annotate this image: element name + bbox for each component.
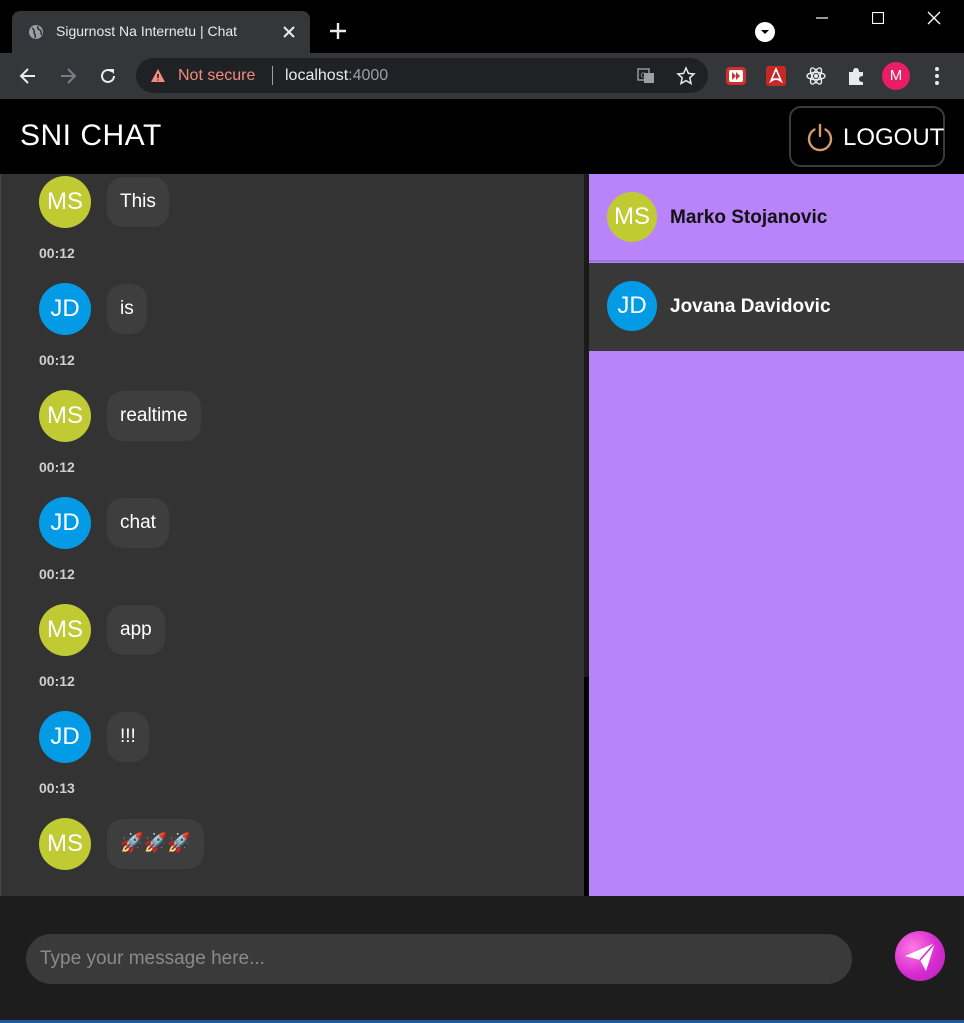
browser-menu-icon[interactable] xyxy=(926,65,948,87)
message-avatar: JD xyxy=(39,711,91,763)
translate-icon[interactable]: G xyxy=(636,66,656,86)
bookmark-star-icon[interactable] xyxy=(676,66,696,86)
message-avatar: JD xyxy=(39,283,91,335)
security-label[interactable]: Not secure xyxy=(178,67,255,85)
message-bubble: 🚀🚀🚀 xyxy=(107,819,204,869)
tab-search-icon[interactable] xyxy=(755,22,775,42)
message-avatar: MS xyxy=(39,390,91,442)
contact-avatar: MS xyxy=(607,192,657,242)
close-tab-icon[interactable] xyxy=(280,23,298,41)
extension-pdf-icon[interactable] xyxy=(765,65,787,87)
tab-title: Sigurnost Na Internetu | Chat xyxy=(56,23,238,39)
app-header: SNI CHAT LOGOUT xyxy=(0,99,964,174)
logout-label: LOGOUT xyxy=(843,124,945,151)
message-avatar: MS xyxy=(39,604,91,656)
back-icon[interactable] xyxy=(17,65,39,87)
message-bubble: app xyxy=(107,605,165,655)
logout-button[interactable]: LOGOUT xyxy=(789,106,945,167)
app-title: SNI CHAT xyxy=(20,119,162,152)
message-timestamp: 00:13 xyxy=(39,780,75,796)
contact-avatar: JD xyxy=(607,281,657,331)
message-avatar: MS xyxy=(39,176,91,228)
browser-tab[interactable]: Sigurnost Na Internetu | Chat xyxy=(12,11,310,53)
message-timestamp: 00:12 xyxy=(39,566,75,582)
extension-media-icon[interactable] xyxy=(725,65,747,87)
forward-icon[interactable] xyxy=(57,65,79,87)
power-icon xyxy=(807,123,833,152)
contact-list: MS Marko Stojanovic JD Jovana Davidovic xyxy=(589,174,964,896)
contact-item[interactable]: JD Jovana Davidovic xyxy=(589,263,964,351)
warning-icon[interactable] xyxy=(150,68,166,84)
contact-item[interactable]: MS Marko Stojanovic xyxy=(589,174,964,262)
message-timestamp: 00:12 xyxy=(39,245,75,261)
message-bubble: is xyxy=(107,284,147,334)
address-bar[interactable]: Not secure localhost:4000 G xyxy=(136,58,708,93)
profile-avatar[interactable]: M xyxy=(882,62,910,90)
message-list[interactable]: MS This 00:12 JD is 00:12 MS realtime 00:12 JD cha… xyxy=(0,174,584,896)
close-window-icon[interactable] xyxy=(911,0,957,36)
message-bubble: realtime xyxy=(107,391,201,441)
message-timestamp: 00:12 xyxy=(39,673,75,689)
new-tab-icon[interactable] xyxy=(328,21,348,41)
extensions-puzzle-icon[interactable] xyxy=(845,65,867,87)
message-input[interactable] xyxy=(26,934,852,984)
url-port: :4000 xyxy=(348,67,389,84)
maximize-icon[interactable] xyxy=(855,0,901,36)
contact-name: Jovana Davidovic xyxy=(670,296,831,317)
address-divider xyxy=(272,66,273,85)
message-avatar: JD xyxy=(39,497,91,549)
browser-tabstrip: Sigurnost Na Internetu | Chat xyxy=(0,0,964,53)
svg-text:G: G xyxy=(641,72,646,80)
message-avatar: MS xyxy=(39,818,91,870)
browser-toolbar: Not secure localhost:4000 G M xyxy=(0,53,964,99)
url-text[interactable]: localhost:4000 xyxy=(285,67,388,85)
send-button[interactable] xyxy=(895,931,945,981)
reload-icon[interactable] xyxy=(97,65,119,87)
message-bubble: !!! xyxy=(107,712,149,762)
url-host: localhost xyxy=(285,67,349,84)
minimize-icon[interactable] xyxy=(799,0,845,36)
composer xyxy=(0,896,964,1020)
globe-icon xyxy=(29,25,43,39)
contact-name: Marko Stojanovic xyxy=(670,207,828,228)
react-devtools-icon[interactable] xyxy=(805,65,827,87)
message-bubble: chat xyxy=(107,498,169,548)
message-bubble: This xyxy=(107,177,169,227)
send-icon xyxy=(905,942,936,971)
message-timestamp: 00:12 xyxy=(39,352,75,368)
message-timestamp: 00:12 xyxy=(39,459,75,475)
